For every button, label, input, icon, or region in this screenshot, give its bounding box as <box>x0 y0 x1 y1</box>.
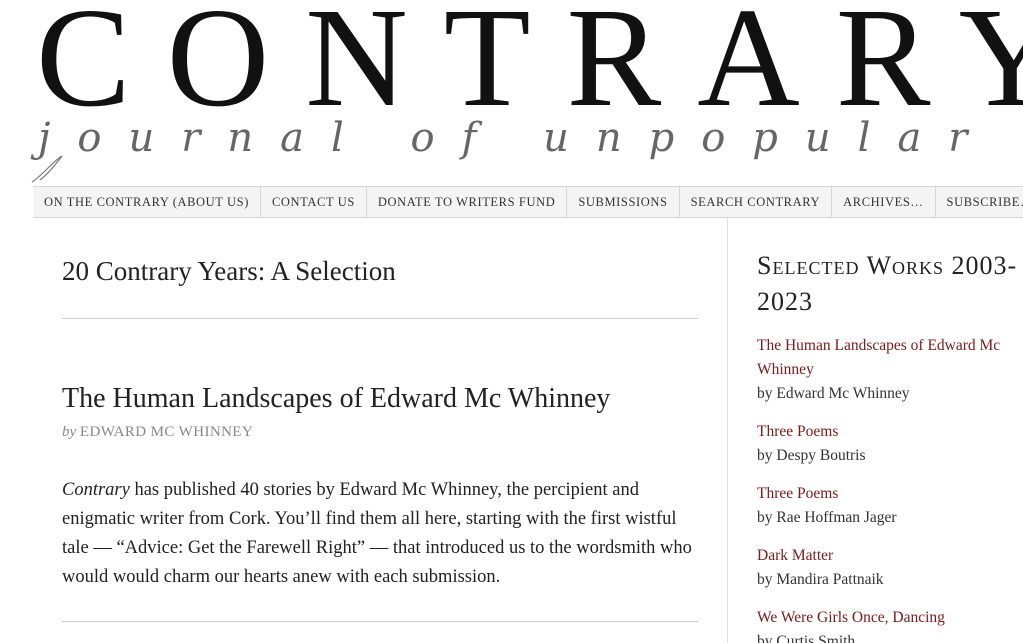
selected-work-item: Three Poems by Despy Boutris <box>757 420 1017 468</box>
selected-work-author: by Rae Hoffman Jager <box>757 509 897 526</box>
nav-about[interactable]: ON THE CONTRARY (ABOUT US) <box>33 187 261 217</box>
main-nav: ON THE CONTRARY (ABOUT US) CONTACT US DO… <box>33 186 1023 218</box>
selected-work-item: We Were Girls Once, Dancing by Curtis Sm… <box>757 606 1017 643</box>
nav-subscribe[interactable]: SUBSCRIBE… <box>936 187 1023 217</box>
sidebar-divider <box>727 218 728 643</box>
excerpt-journal-name: Contrary <box>62 480 130 500</box>
selected-work-author: by Edward Mc Whinney <box>757 385 910 402</box>
selected-work-title[interactable]: The Human Landscapes of Edward Mc Whinne… <box>757 334 1017 382</box>
selected-work-author: by Despy Boutris <box>757 447 866 464</box>
byline-prefix: by <box>62 424 77 440</box>
excerpt-text: has published 40 stories by Edward Mc Wh… <box>62 480 692 587</box>
selected-work-author: by Curtis Smith <box>757 633 856 643</box>
selected-work-title[interactable]: Dark Matter <box>757 544 1017 568</box>
site-logo-subtitle: journal of unpopular discontent <box>38 115 1023 161</box>
selected-work-title[interactable]: Three Poems <box>757 482 1017 506</box>
selected-work-item: Three Poems by Rae Hoffman Jager <box>757 482 1017 530</box>
article-title[interactable]: The Human Landscapes of Edward Mc Whinne… <box>62 383 610 415</box>
article-byline: by EDWARD MC WHINNEY <box>62 424 253 441</box>
nav-archives[interactable]: ARCHIVES… <box>832 187 936 217</box>
nav-donate[interactable]: DONATE TO WRITERS FUND <box>367 187 568 217</box>
divider <box>62 318 698 319</box>
masthead: CONTRARY journal of unpopular discontent <box>0 0 1023 185</box>
selected-work-item: The Human Landscapes of Edward Mc Whinne… <box>757 334 1017 406</box>
divider <box>62 621 698 622</box>
selected-work-item: Dark Matter by Mandira Pattnaik <box>757 544 1017 592</box>
selected-work-author: by Mandira Pattnaik <box>757 571 884 588</box>
byline-author[interactable]: EDWARD MC WHINNEY <box>80 424 253 440</box>
nav-contact[interactable]: CONTACT US <box>261 187 367 217</box>
logo-swash-decoration <box>31 155 63 183</box>
page-title: 20 Contrary Years: A Selection <box>62 256 396 286</box>
selected-work-title[interactable]: We Were Girls Once, Dancing <box>757 606 1017 630</box>
site-logo-title[interactable]: CONTRARY <box>36 0 1023 128</box>
nav-submissions[interactable]: SUBMISSIONS <box>567 187 680 217</box>
article-excerpt: Contrary has published 40 stories by Edw… <box>62 476 698 592</box>
nav-search[interactable]: SEARCH CONTRARY <box>680 187 833 217</box>
selected-work-title[interactable]: Three Poems <box>757 420 1017 444</box>
sidebar-heading: Selected Works 2003-2023 <box>757 251 1018 316</box>
